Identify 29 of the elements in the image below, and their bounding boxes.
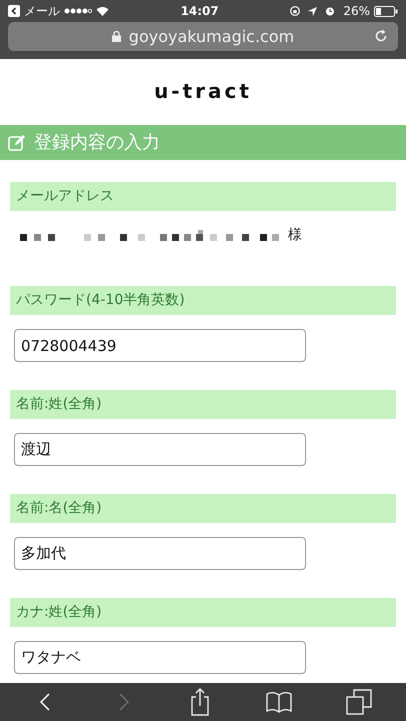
lock-icon [112, 31, 121, 42]
text-input-field[interactable]: 0728004439 [14, 329, 306, 362]
wifi-icon [96, 6, 109, 16]
field-label: 名前:名(全角) [10, 494, 396, 523]
url-text: goyoyakumagic.com [128, 26, 294, 48]
battery-percent: 26% [343, 3, 370, 20]
book-icon[interactable] [264, 690, 293, 714]
site-logo: u-tract [154, 78, 252, 105]
back-icon [8, 5, 20, 17]
edit-icon [8, 134, 26, 151]
address-bar[interactable]: goyoyakumagic.com [8, 22, 398, 51]
text-input-field[interactable]: 多加代 [14, 537, 306, 570]
clock-time: 14:07 [180, 3, 219, 20]
reload-icon[interactable] [374, 29, 388, 43]
back-to-app-link[interactable]: メール [8, 2, 60, 20]
text-input-field[interactable]: ワタナベ [14, 641, 306, 674]
alarm-icon [325, 6, 336, 16]
field-label: パスワード(4-10半角英数) [10, 286, 396, 315]
field-label: カナ:姓(全角) [10, 598, 396, 627]
location-icon [308, 6, 318, 16]
signal-icon [64, 8, 92, 14]
battery-icon [374, 6, 398, 16]
lock-rotation-icon [290, 6, 300, 16]
field-label: メールアドレス [10, 182, 396, 211]
section-title: 登録内容の入力 [34, 131, 160, 155]
honorific-text: 様 [288, 226, 302, 245]
field-label: 名前:姓(全角) [10, 390, 396, 419]
tabs-icon[interactable] [346, 689, 372, 715]
text-input-field[interactable]: 渡辺 [14, 433, 306, 466]
